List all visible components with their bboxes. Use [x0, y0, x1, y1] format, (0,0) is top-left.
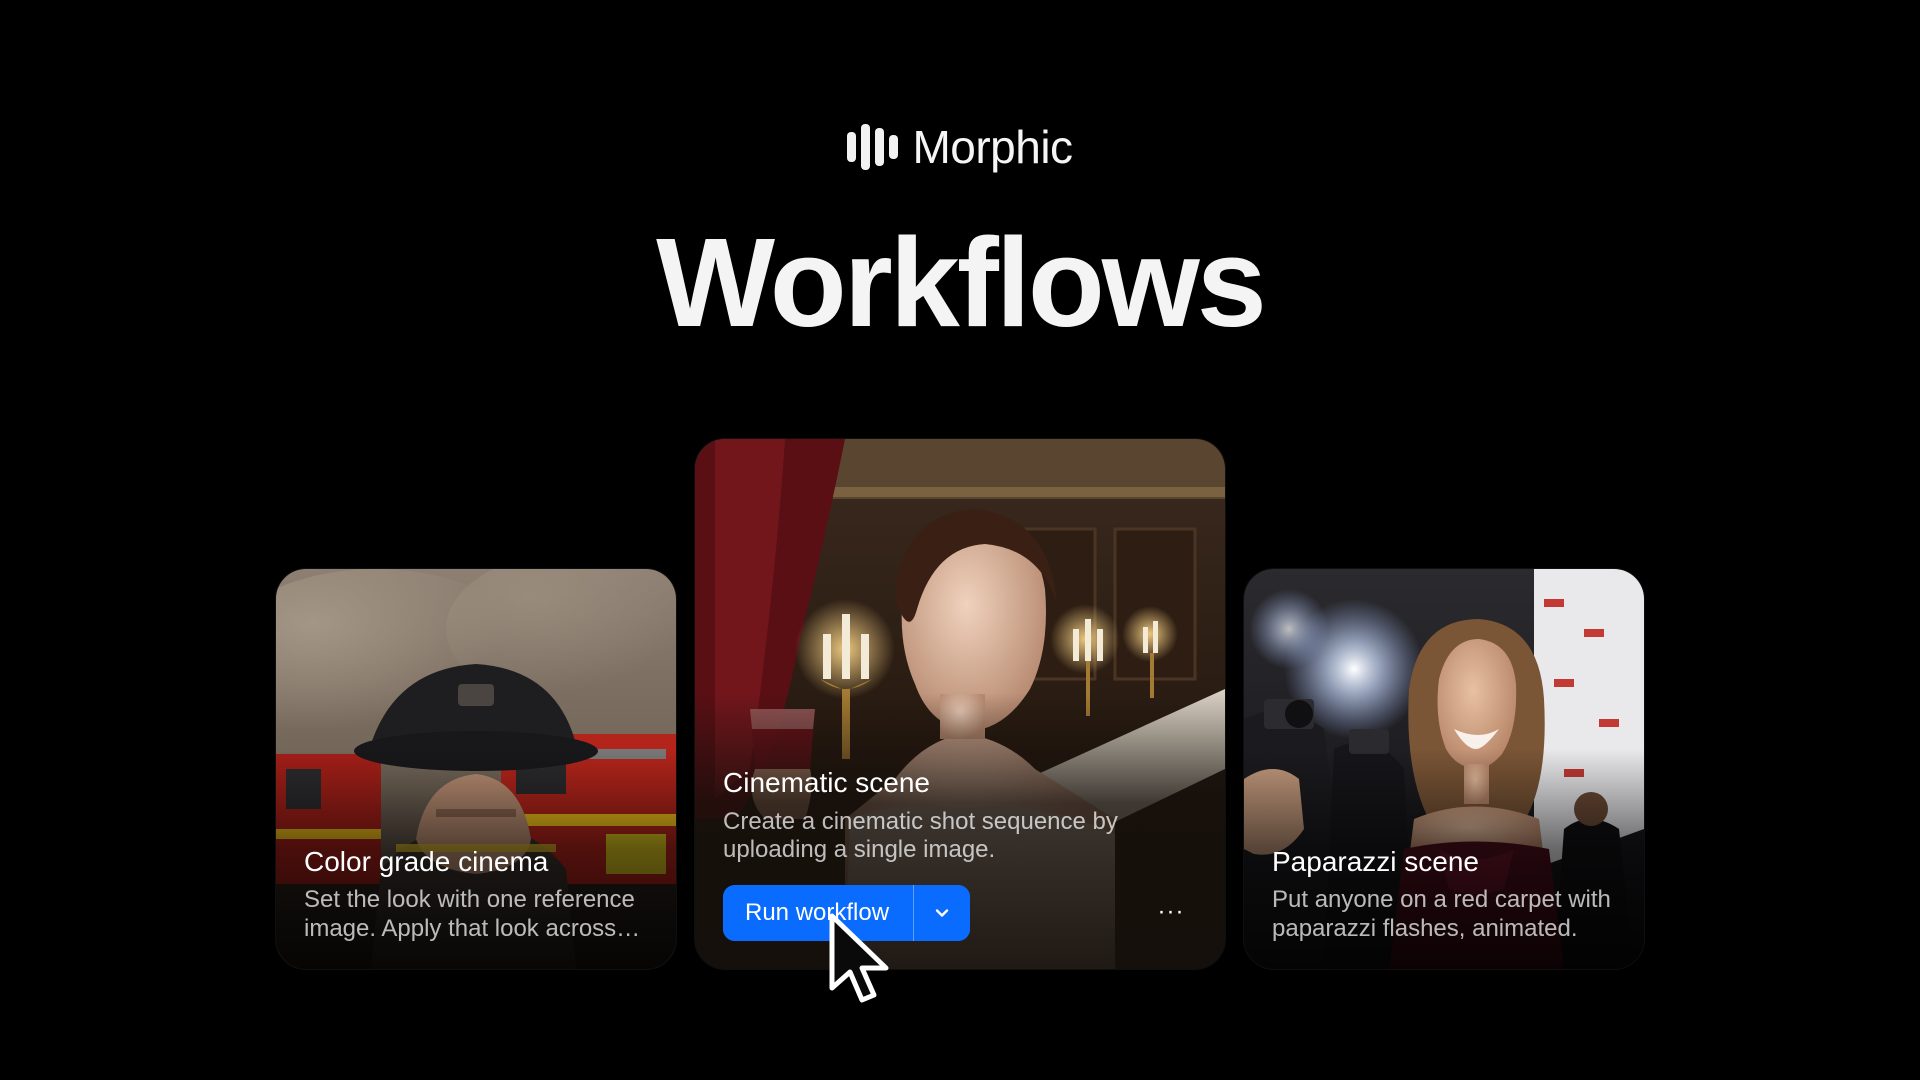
- more-horizontal-icon: ···: [1157, 898, 1185, 925]
- card-text: Cinematic scene Create a cinematic shot …: [723, 766, 1185, 864]
- page-title: Workflows: [656, 212, 1267, 353]
- workflow-card-cinematic-scene[interactable]: Cinematic scene Create a cinematic shot …: [695, 439, 1225, 969]
- workflow-card-color-grade[interactable]: Color grade cinema Set the look with one…: [276, 569, 676, 969]
- card-description: Create a cinematic shot sequence by uplo…: [723, 807, 1118, 863]
- morphic-logo-icon: [847, 122, 899, 172]
- mouse-pointer-icon: [829, 913, 889, 1003]
- chevron-down-icon: [935, 909, 949, 917]
- card-description: Put anyone on a red carpet with paparazz…: [1272, 886, 1611, 942]
- run-options-dropdown[interactable]: [914, 885, 971, 941]
- brand: Morphic: [0, 120, 1920, 174]
- card-text: Paparazzi scene Put anyone on a red carp…: [1272, 845, 1620, 943]
- card-title: Paparazzi scene: [1272, 845, 1480, 877]
- workflows-page: Morphic Workflows Color grade cinema Set…: [0, 0, 1920, 1080]
- more-options-button[interactable]: ···: [1153, 897, 1189, 927]
- card-title: Color grade cinema: [304, 845, 549, 877]
- brand-name: Morphic: [912, 121, 1073, 173]
- card-text: Color grade cinema Set the look with one…: [304, 845, 652, 943]
- card-description: Set the look with one reference image. A…: [304, 886, 635, 942]
- card-title: Cinematic scene: [723, 767, 930, 798]
- workflow-card-paparazzi[interactable]: Paparazzi scene Put anyone on a red carp…: [1244, 569, 1644, 969]
